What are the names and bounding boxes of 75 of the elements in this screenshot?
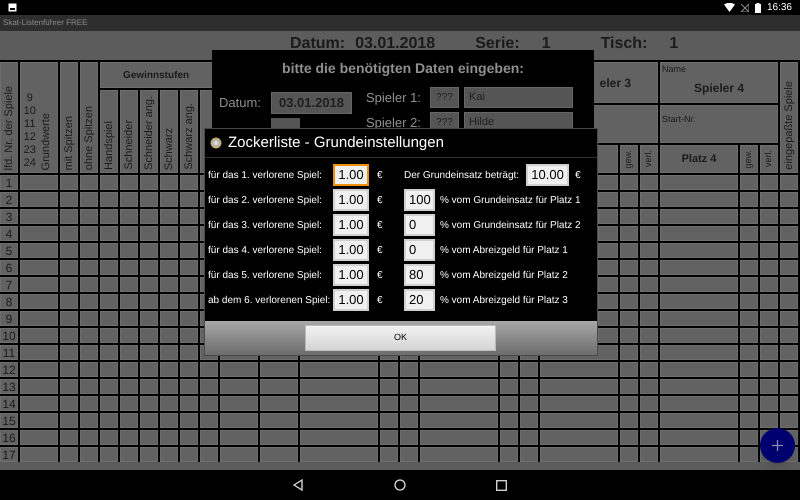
date-value: 03.01.2018 bbox=[355, 34, 436, 54]
column-header: lfd. Nr. der Spiele bbox=[2, 86, 16, 170]
column-header: eingepaßte Spiele bbox=[782, 81, 796, 170]
column-header: gew. bbox=[742, 150, 754, 168]
currency-label: € bbox=[575, 168, 581, 182]
row-number: 2 bbox=[0, 192, 18, 207]
column-header: verl. bbox=[642, 150, 654, 168]
row-number: 5 bbox=[0, 243, 18, 258]
dialog-title: Zockerliste - Grundeinstellungen bbox=[228, 132, 444, 153]
field-label: ab dem 6. verlorenen Spiel: bbox=[208, 294, 332, 308]
column-header: mit Spitzen bbox=[62, 116, 76, 170]
player-label: Spieler 1: bbox=[366, 88, 422, 107]
base-value: 23 bbox=[24, 144, 36, 157]
field-label: für das 3. verlorene Spiel: bbox=[208, 218, 323, 232]
base-value: 10 bbox=[24, 105, 36, 118]
table-value: 1 bbox=[669, 34, 678, 54]
base-value: 9 bbox=[26, 92, 33, 105]
field-label: für das 4. verlorene Spiel: bbox=[208, 244, 323, 258]
row-number: 1 bbox=[0, 175, 18, 190]
column-header: Schneider ang. bbox=[142, 96, 156, 170]
column-header: Schwarz ang. bbox=[182, 103, 196, 170]
name-label: Name bbox=[662, 63, 686, 76]
row-number: 8 bbox=[0, 294, 18, 309]
currency-label: € bbox=[377, 294, 384, 308]
row-number: 6 bbox=[0, 260, 18, 275]
status-time: 16:36 bbox=[766, 1, 792, 15]
column-header: Grundwerte bbox=[38, 112, 53, 170]
field-label: % vom Abreizgeld für Platz 1 bbox=[440, 244, 568, 258]
table-label: Tisch: bbox=[600, 34, 648, 54]
row-number: 15 bbox=[0, 413, 18, 428]
row-number: 3 bbox=[0, 209, 18, 224]
field-label: für das 1. verlorene Spiel: bbox=[208, 168, 323, 182]
field-label: % vom Abreizgeld für Platz 2 bbox=[440, 268, 568, 282]
base-value: 24 bbox=[24, 157, 36, 170]
field-label: für das 5. verlorene Spiel: bbox=[208, 268, 323, 282]
row-number: 10 bbox=[0, 328, 18, 343]
column-header: ohne Spitzen bbox=[82, 106, 96, 170]
row-number: 17 bbox=[0, 447, 18, 462]
row-number: 11 bbox=[0, 345, 18, 360]
field-label: % vom Grundeinsatz für Platz 1 bbox=[440, 194, 581, 208]
column-header: Gewinnstufen bbox=[123, 68, 190, 82]
column-header: Schneider bbox=[122, 120, 136, 170]
column-header: gew. bbox=[622, 150, 634, 168]
row-number: 14 bbox=[0, 396, 18, 411]
player-label: Spieler 2: bbox=[366, 114, 422, 132]
row-number: 13 bbox=[0, 379, 18, 394]
column-header: Handspiel bbox=[102, 121, 116, 170]
series-label: Serie: bbox=[475, 34, 520, 54]
column-header: Schwarz bbox=[162, 128, 176, 170]
base-value: 11 bbox=[24, 118, 36, 131]
currency-label: € bbox=[377, 194, 384, 208]
app-title: Skat-Listenführer FREE bbox=[3, 17, 88, 29]
base-value: 12 bbox=[24, 131, 36, 144]
row-number: 16 bbox=[0, 430, 18, 445]
field-label: % vom Abreizgeld für Platz 3 bbox=[440, 294, 568, 308]
currency-label: € bbox=[377, 244, 384, 258]
field-label: für das 2. verlorene Spiel: bbox=[208, 194, 323, 208]
date-label: Datum: bbox=[290, 34, 346, 54]
player-name: eler 3 bbox=[600, 74, 631, 92]
currency-label: € bbox=[377, 268, 384, 282]
row-number: 4 bbox=[0, 226, 18, 241]
player-name: Spieler 4 bbox=[694, 80, 744, 96]
dialog-title: bitte die benötigten Daten eingeben: bbox=[281, 59, 525, 78]
currency-label: € bbox=[377, 218, 384, 232]
start-number-label: Start-Nr. bbox=[662, 114, 696, 124]
series-value: 1 bbox=[542, 34, 551, 54]
row-number: 12 bbox=[0, 362, 18, 377]
currency-label: € bbox=[377, 168, 384, 182]
field-label: Datum: bbox=[219, 94, 262, 112]
row-number: 9 bbox=[0, 311, 18, 326]
row-number: 7 bbox=[0, 277, 18, 292]
column-header: Platz 4 bbox=[682, 152, 716, 167]
column-header: verl. bbox=[762, 150, 774, 168]
field-label: % vom Grundeinsatz für Platz 2 bbox=[440, 218, 581, 232]
field-label: Der Grundeinsatz beträgt: bbox=[404, 168, 520, 182]
